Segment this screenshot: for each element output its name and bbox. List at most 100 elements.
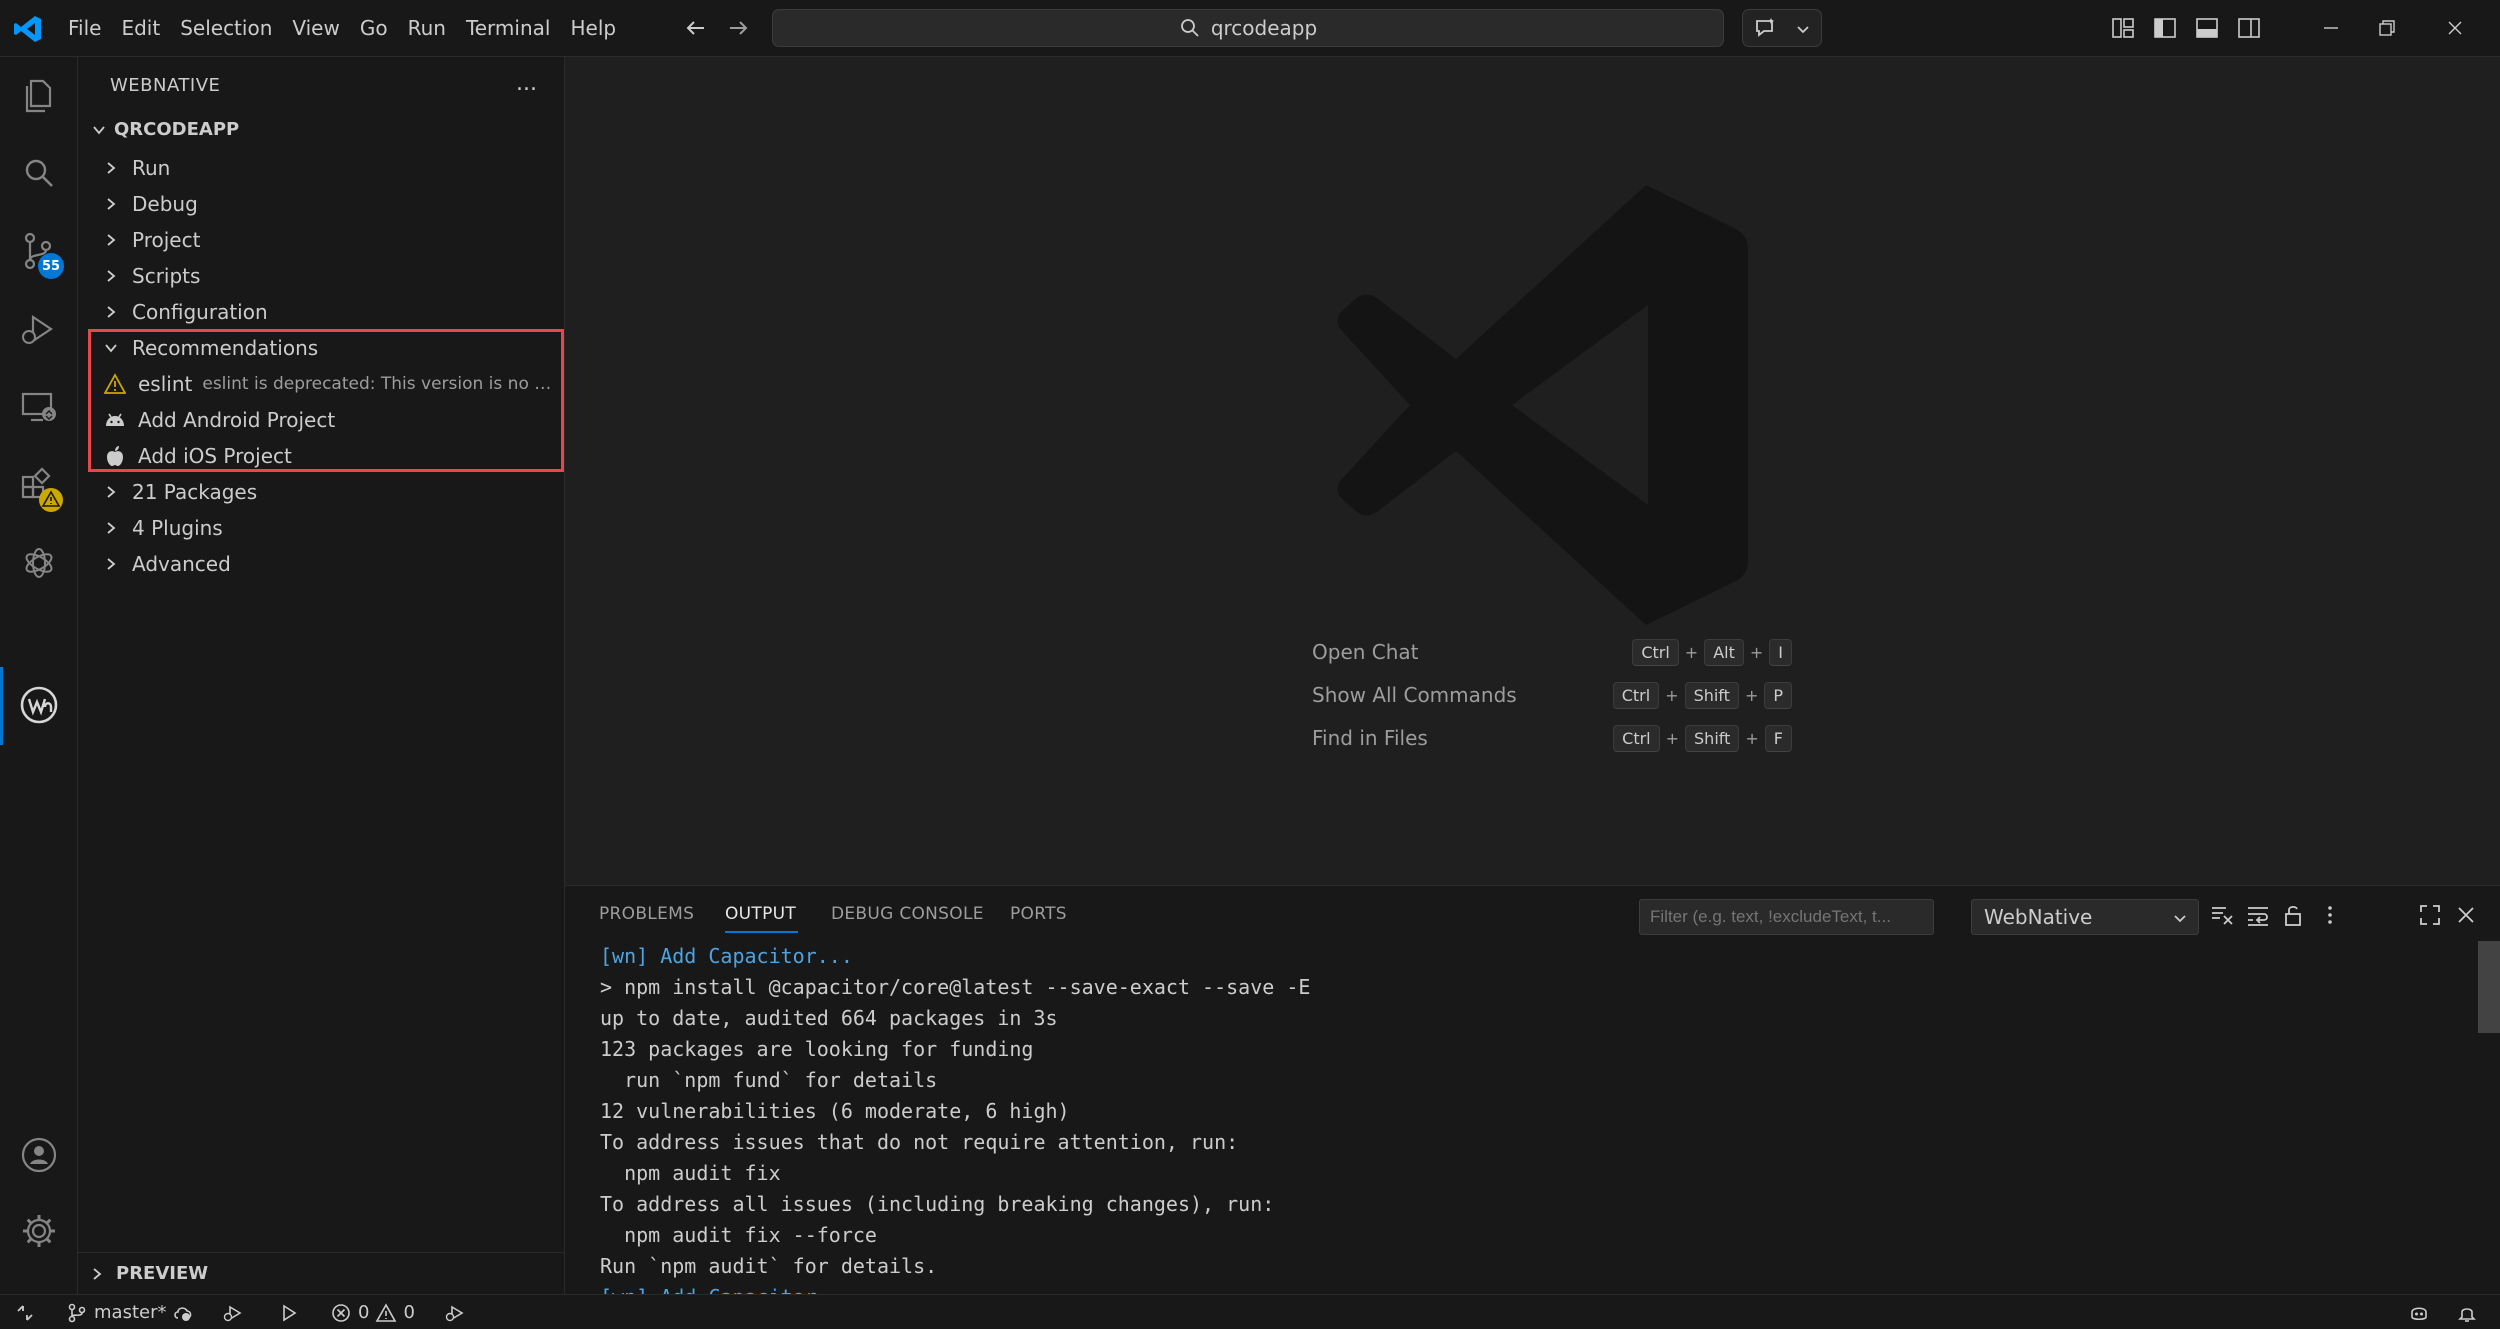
debug-status[interactable]: [222, 1295, 244, 1329]
copilot-chat-button[interactable]: [1742, 9, 1822, 47]
more-actions-icon[interactable]: [2316, 901, 2344, 929]
warning-icon: [39, 488, 63, 512]
key: Shift: [1685, 724, 1740, 752]
remote-explorer-icon[interactable]: [17, 385, 61, 429]
tree-item-label: Run: [132, 156, 171, 180]
tree-root-label: QRCODEAPP: [114, 119, 240, 140]
tree-item-packages[interactable]: 21 Packages: [78, 474, 565, 510]
tree-item-project[interactable]: Project: [78, 222, 565, 258]
menu-view[interactable]: View: [282, 0, 349, 57]
output-log: [wn] Add Capacitor... > npm install @cap…: [600, 941, 2450, 1295]
tree-item-debug[interactable]: Debug: [78, 186, 565, 222]
tree-item-label: Configuration: [132, 300, 268, 324]
status-bar: master* 0 0: [0, 1294, 2500, 1329]
vscode-watermark-icon: [1337, 185, 1748, 625]
accounts-icon[interactable]: [17, 1133, 61, 1177]
toggle-primary-sidebar-icon[interactable]: [2152, 15, 2178, 41]
shortcut-keys: Ctrl + Shift + P: [1612, 681, 1792, 709]
shortcut-find-in-files[interactable]: Find in Files Ctrl + Shift + F: [1312, 723, 1792, 753]
activity-bar: 55: [0, 57, 78, 1294]
output-line: 123 packages are looking for funding: [600, 1037, 1034, 1061]
copilot-status[interactable]: [2408, 1295, 2430, 1329]
key-plus: +: [1665, 728, 1680, 748]
webnative-icon[interactable]: [17, 683, 61, 727]
tree-item-configuration[interactable]: Configuration: [78, 294, 565, 330]
key: Ctrl: [1613, 724, 1660, 752]
minimize-icon[interactable]: [2318, 15, 2344, 41]
sync-indicator[interactable]: [172, 1295, 194, 1329]
tree-root-qrcodeapp[interactable]: QRCODEAPP: [92, 119, 239, 140]
run-debug-icon[interactable]: [17, 307, 61, 351]
copilot-icon: [2411, 1306, 2427, 1320]
back-arrow-icon[interactable]: [680, 12, 712, 44]
active-view-indicator: [0, 667, 3, 745]
output-line: To address all issues (including breakin…: [600, 1192, 1275, 1216]
menu-help[interactable]: Help: [560, 0, 626, 57]
tree-item-plugins[interactable]: 4 Plugins: [78, 510, 565, 546]
clear-output-icon[interactable]: [2208, 901, 2236, 929]
menu-bar: File Edit Selection View Go Run Terminal…: [58, 0, 626, 57]
key-plus: +: [1749, 642, 1764, 662]
menu-terminal[interactable]: Terminal: [456, 0, 561, 57]
output-scrollbar[interactable]: [2478, 941, 2500, 1033]
key: P: [1764, 681, 1792, 709]
output-channel-value: WebNative: [1984, 905, 2093, 929]
recommendation-name: eslint: [138, 372, 193, 396]
shortcut-open-chat[interactable]: Open Chat Ctrl + Alt + I: [1312, 637, 1792, 667]
menu-run[interactable]: Run: [398, 0, 456, 57]
menu-edit[interactable]: Edit: [111, 0, 170, 57]
tab-ports[interactable]: PORTS: [1010, 904, 1067, 924]
toggle-panel-icon[interactable]: [2194, 15, 2220, 41]
lock-scroll-icon[interactable]: [2280, 901, 2308, 929]
debug-launch-status[interactable]: [444, 1295, 466, 1329]
close-window-icon[interactable]: [2442, 15, 2468, 41]
tab-debug-console[interactable]: DEBUG CONSOLE: [831, 904, 984, 924]
menu-go[interactable]: Go: [350, 0, 398, 57]
menu-selection[interactable]: Selection: [170, 0, 282, 57]
output-line: 12 vulnerabilities (6 moderate, 6 high): [600, 1099, 1070, 1123]
toggle-secondary-sidebar-icon[interactable]: [2236, 15, 2262, 41]
more-actions-button[interactable]: ...: [516, 71, 537, 96]
warning-count: 0: [403, 1302, 415, 1323]
shortcut-show-all-commands[interactable]: Show All Commands Ctrl + Shift + P: [1312, 680, 1792, 710]
problems-indicator[interactable]: 0 0: [330, 1295, 415, 1329]
customize-layout-icon[interactable]: [2110, 15, 2136, 41]
tree-item-scripts[interactable]: Scripts: [78, 258, 565, 294]
command-center-search[interactable]: qrcodeapp: [772, 9, 1724, 47]
openai-icon[interactable]: [17, 541, 61, 585]
tree-item-recommendations[interactable]: Recommendations: [78, 330, 565, 366]
restore-icon[interactable]: [2374, 15, 2400, 41]
apple-icon: [107, 446, 123, 466]
primary-sidebar: WEBNATIVE ... QRCODEAPP Run Debug Projec…: [78, 57, 565, 1294]
tab-output[interactable]: OUTPUT: [725, 904, 796, 924]
tab-problems[interactable]: PROBLEMS: [599, 904, 694, 924]
output-channel-select[interactable]: WebNative: [1971, 899, 2199, 935]
tree-item-advanced[interactable]: Advanced: [78, 546, 565, 582]
chevron-right-icon: [107, 198, 116, 210]
maximize-panel-icon[interactable]: [2416, 901, 2444, 929]
recommendation-description: eslint is deprecated: This version is no…: [202, 374, 553, 394]
run-status[interactable]: [278, 1295, 300, 1329]
search-view-icon[interactable]: [17, 151, 61, 195]
forward-arrow-icon[interactable]: [722, 12, 754, 44]
explorer-icon[interactable]: [17, 73, 61, 117]
bell-icon: [2458, 1307, 2476, 1322]
branch-name: master*: [94, 1302, 167, 1323]
chevron-right-icon: [107, 486, 116, 498]
chat-icon: [1756, 18, 1774, 37]
word-wrap-icon[interactable]: [2244, 901, 2272, 929]
preview-section-header[interactable]: PREVIEW: [78, 1252, 565, 1294]
notifications-status[interactable]: [2456, 1295, 2478, 1329]
branch-indicator[interactable]: master*: [66, 1295, 166, 1329]
tree-item-run[interactable]: Run: [78, 150, 565, 186]
recommendation-add-ios[interactable]: Add iOS Project: [78, 438, 565, 474]
gear-icon[interactable]: [17, 1209, 61, 1253]
output-filter-input[interactable]: [1639, 899, 1934, 935]
cloud-sync-icon: [174, 1306, 192, 1321]
remote-indicator[interactable]: [14, 1295, 36, 1329]
menu-file[interactable]: File: [58, 0, 111, 57]
recommendation-add-android[interactable]: Add Android Project: [78, 402, 565, 438]
close-panel-icon[interactable]: [2452, 901, 2480, 929]
scm-badge: 55: [38, 253, 64, 279]
recommendation-eslint[interactable]: eslint eslint is deprecated: This versio…: [78, 366, 565, 402]
